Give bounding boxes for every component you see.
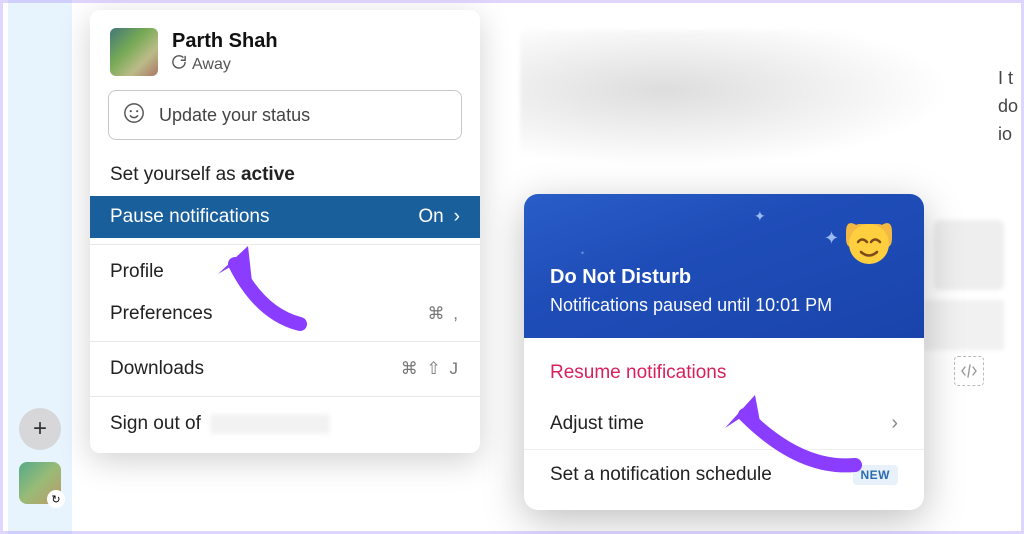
profile-label: Profile (110, 261, 164, 283)
code-icon[interactable] (954, 356, 984, 386)
chevron-right-icon: › (891, 412, 898, 435)
sleeping-emoji-icon (840, 214, 898, 272)
preferences-shortcut: ⌘ , (428, 304, 460, 324)
profile-item[interactable]: Profile (90, 251, 480, 293)
blurred-thumbnail (934, 220, 1004, 290)
workspace-name-blurred (210, 414, 330, 434)
refresh-icon (172, 55, 186, 74)
smile-icon (123, 102, 145, 129)
set-active-word: active (241, 164, 295, 185)
blurred-message-area (520, 30, 1000, 180)
downloads-item[interactable]: Downloads ⌘ ⇧ J (90, 348, 480, 390)
user-menu-header: Parth Shah Away (90, 10, 480, 90)
menu-separator (90, 396, 480, 397)
add-workspace-button[interactable]: + (19, 408, 61, 450)
user-avatar (110, 28, 158, 76)
preferences-label: Preferences (110, 303, 212, 325)
preferences-item[interactable]: Preferences ⌘ , (90, 293, 480, 335)
adjust-time-item[interactable]: Adjust time › (524, 398, 924, 449)
user-menu-popover: Parth Shah Away Update your status Set y… (90, 10, 480, 453)
status-input[interactable]: Update your status (108, 90, 462, 140)
sparkle-icon: ✦ (580, 250, 585, 257)
set-active-item[interactable]: Set yourself as active (90, 154, 480, 196)
pause-notifications-label: Pause notifications (110, 206, 270, 228)
sparkle-icon: ✦ (754, 208, 766, 225)
adjust-time-label: Adjust time (550, 413, 644, 435)
user-presence-line: Away (172, 55, 278, 74)
bg-truncated-text: I t do io (998, 64, 1018, 148)
menu-separator (90, 341, 480, 342)
menu-separator (90, 244, 480, 245)
dnd-header: ✦ ✦ ✦ Do Not Disturb Notifications pause… (524, 194, 924, 338)
user-avatar-sidebar[interactable]: ↻ (19, 462, 61, 504)
user-name: Parth Shah (172, 30, 278, 53)
resume-notifications-item[interactable]: Resume notifications (524, 348, 924, 398)
pause-state: On (418, 206, 443, 228)
notification-schedule-item[interactable]: Set a notification schedule NEW (524, 450, 924, 500)
sign-out-item[interactable]: Sign out of (90, 403, 480, 445)
resume-label: Resume notifications (550, 362, 726, 384)
dnd-subtitle: Notifications paused until 10:01 PM (550, 295, 898, 316)
schedule-label: Set a notification schedule (550, 464, 772, 486)
sign-out-prefix: Sign out of (110, 413, 201, 434)
blurred-block (924, 300, 1004, 350)
new-badge: NEW (853, 465, 899, 485)
pause-notifications-item[interactable]: Pause notifications On › (90, 196, 480, 238)
presence-text: Away (192, 56, 231, 74)
chevron-right-icon: › (454, 206, 460, 228)
dnd-body: Resume notifications Adjust time › Set a… (524, 338, 924, 510)
downloads-shortcut: ⌘ ⇧ J (401, 359, 460, 379)
workspace-sidebar: + ↻ (8, 0, 72, 534)
status-placeholder: Update your status (159, 105, 310, 126)
downloads-label: Downloads (110, 358, 204, 380)
sparkle-icon: ✦ (824, 228, 839, 249)
dnd-popover: ✦ ✦ ✦ Do Not Disturb Notifications pause… (524, 194, 924, 510)
presence-badge-icon: ↻ (47, 490, 65, 508)
set-active-prefix: Set yourself as (110, 164, 241, 185)
